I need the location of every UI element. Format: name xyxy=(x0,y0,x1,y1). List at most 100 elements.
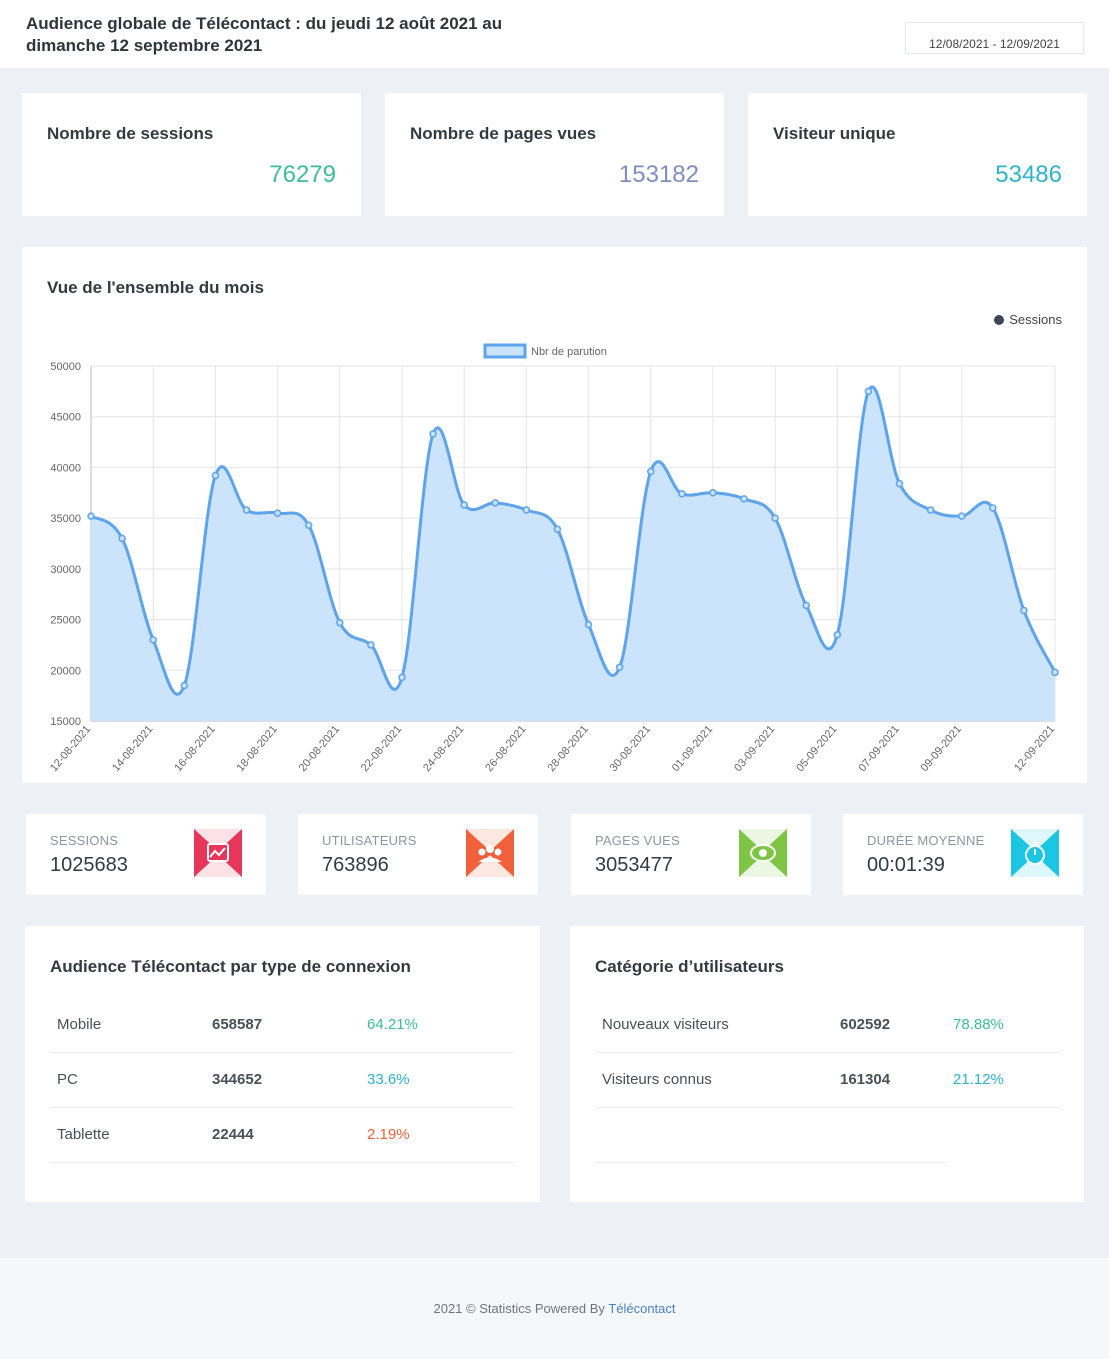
row-percent: 33.6% xyxy=(367,1071,410,1088)
stat-card-users: UTILISATEURS 763896 xyxy=(298,814,538,895)
kpi-value: 53486 xyxy=(995,161,1062,188)
x-tick-label: 28-08-2021 xyxy=(545,723,590,774)
table-row-empty xyxy=(595,1108,947,1163)
table-row: Nouveaux visiteurs 602592 78.88% xyxy=(595,998,1060,1053)
y-tick-label: 40000 xyxy=(50,462,81,474)
x-tick-label: 05-09-2021 xyxy=(794,723,839,774)
chart-card-title: Vue de l'ensemble du mois xyxy=(47,278,264,297)
x-tick-label: 20-08-2021 xyxy=(297,723,342,774)
row-label: PC xyxy=(57,1071,78,1088)
data-point xyxy=(740,495,748,503)
y-tick-label: 25000 xyxy=(50,615,81,627)
row-percent: 2.19% xyxy=(367,1126,410,1143)
data-point xyxy=(460,501,468,509)
user-category-title: Catégorie d’utilisateurs xyxy=(595,957,784,976)
stat-card-avg-duration: DURÉE MOYENNE 00:01:39 xyxy=(843,814,1083,895)
x-tick-label: 12-08-2021 xyxy=(48,723,93,774)
month-overview-card: Vue de l'ensemble du mois Sessions 15000… xyxy=(22,247,1087,783)
data-point xyxy=(336,618,344,627)
data-point xyxy=(771,514,779,522)
chart-tag-label: Sessions xyxy=(1009,312,1062,327)
x-tick-label: 07-09-2021 xyxy=(856,723,901,774)
footer-link[interactable]: Télécontact xyxy=(608,1301,675,1316)
row-label: Mobile xyxy=(57,1016,102,1033)
data-point xyxy=(87,512,95,520)
y-tick-label: 35000 xyxy=(50,513,81,525)
row-percent: 21.12% xyxy=(953,1071,1004,1088)
x-tick-label: 14-08-2021 xyxy=(110,723,155,774)
x-tick-label: 30-08-2021 xyxy=(608,723,653,774)
user-category-card: Catégorie d’utilisateurs Nouveaux visite… xyxy=(570,926,1084,1202)
data-point xyxy=(304,521,313,529)
table-row: Mobile 658587 64.21% xyxy=(50,998,515,1053)
data-point xyxy=(802,601,810,610)
stat-card-sessions: SESSIONS 1025683 xyxy=(26,814,266,895)
footer: 2021 © Statistics Powered By Télécontact xyxy=(0,1258,1109,1359)
data-point xyxy=(926,506,935,514)
data-point xyxy=(615,663,624,671)
y-tick-label: 45000 xyxy=(50,412,81,424)
data-point xyxy=(989,504,997,512)
user-category-table: Nouveaux visiteurs 602592 78.88% Visiteu… xyxy=(595,998,1060,1163)
stat-card-pageviews: PAGES VUES 3053477 xyxy=(571,814,811,895)
row-percent: 78.88% xyxy=(953,1016,1004,1033)
row-label: Visiteurs connus xyxy=(602,1071,712,1088)
connection-table-title: Audience Télécontact par type de connexi… xyxy=(50,957,411,976)
stat-value: 763896 xyxy=(322,854,389,876)
x-tick-label: 24-08-2021 xyxy=(421,723,466,774)
x-tick-label: 09-09-2021 xyxy=(919,723,964,774)
y-tick-label: 50000 xyxy=(50,361,81,373)
kpi-card-sessions: Nombre de sessions 76279 xyxy=(22,93,361,216)
table-row: Tablette 22444 2.19% xyxy=(50,1108,515,1163)
data-point xyxy=(180,681,189,690)
row-count: 344652 xyxy=(212,1071,263,1088)
data-point xyxy=(895,479,904,488)
kpi-title: Visiteur unique xyxy=(773,124,896,143)
row-count: 22444 xyxy=(212,1126,254,1143)
x-tick-label: 12-09-2021 xyxy=(1012,723,1057,774)
x-tick-label: 16-08-2021 xyxy=(172,723,217,774)
area-chart[interactable]: 15000 20000 25000 30000 35000 40000 45000 50000… xyxy=(22,337,1087,783)
data-point xyxy=(118,534,126,543)
kpi-card-unique-visitors: Visiteur unique 53486 xyxy=(748,93,1087,216)
y-tick-label: 20000 xyxy=(50,665,81,677)
data-point xyxy=(242,506,251,514)
data-point xyxy=(522,506,531,514)
data-point xyxy=(678,490,686,498)
kpi-card-pageviews: Nombre de pages vues 153182 xyxy=(385,93,724,216)
users-icon xyxy=(466,829,514,877)
stat-label: UTILISATEURS xyxy=(322,833,417,848)
data-point xyxy=(833,631,842,639)
data-point xyxy=(646,467,655,476)
y-tick-label: 15000 xyxy=(50,716,81,728)
kpi-value: 153182 xyxy=(618,161,699,188)
stat-value: 3053477 xyxy=(595,854,673,876)
footer-copyright: 2021 © Statistics Powered By xyxy=(433,1301,609,1316)
chart-icon xyxy=(194,829,242,877)
kpi-title: Nombre de sessions xyxy=(47,124,214,143)
table-row: Visiteurs connus 161304 21.12% xyxy=(595,1053,1060,1108)
eye-icon xyxy=(739,829,787,877)
data-point xyxy=(1051,668,1059,677)
data-point xyxy=(273,509,282,517)
data-point xyxy=(211,471,220,480)
kpi-title: Nombre de pages vues xyxy=(410,124,597,143)
data-point xyxy=(864,387,873,396)
data-point xyxy=(584,620,593,629)
top-bar: Audience globale de Télécontact : du jeu… xyxy=(0,0,1109,68)
chart-series-tag: Sessions xyxy=(994,312,1062,327)
data-point xyxy=(429,430,437,438)
row-count: 658587 xyxy=(212,1016,263,1033)
data-point xyxy=(553,525,562,534)
data-point xyxy=(957,512,966,520)
legend-label: Nbr de parution xyxy=(531,346,607,358)
row-percent: 64.21% xyxy=(367,1016,418,1033)
data-point xyxy=(491,499,500,507)
x-tick-label: 22-08-2021 xyxy=(359,723,404,774)
row-count: 602592 xyxy=(840,1016,891,1033)
page-title: Audience globale de Télécontact : du jeu… xyxy=(26,14,503,55)
kpi-value: 76279 xyxy=(269,161,336,188)
x-tick-label: 18-08-2021 xyxy=(235,723,280,774)
table-row: PC 344652 33.6% xyxy=(50,1053,515,1108)
date-range-picker[interactable]: 12/08/2021 - 12/09/2021 xyxy=(905,22,1084,54)
